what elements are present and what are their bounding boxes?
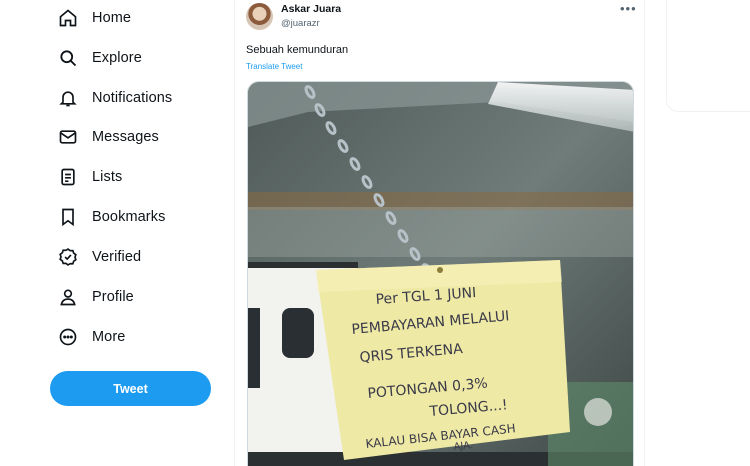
verified-badge-icon: [58, 247, 78, 267]
home-icon: [58, 8, 78, 28]
nav-label-lists: Lists: [92, 169, 123, 185]
nav-item-verified[interactable]: Verified: [50, 242, 141, 272]
nav-item-profile[interactable]: Profile: [50, 282, 134, 312]
envelope-icon: [58, 127, 78, 147]
nav-item-explore[interactable]: Explore: [50, 43, 142, 73]
nav-label-verified: Verified: [92, 249, 142, 265]
author-handle[interactable]: @juarazr: [281, 18, 320, 29]
nav-item-home[interactable]: Home: [50, 3, 131, 33]
right-sidebar-card: [666, 0, 750, 112]
nav-item-messages[interactable]: Messages: [50, 122, 159, 152]
tweet-article[interactable]: Askar Juara @juarazr ••• Sebuah kemundur…: [235, 0, 644, 466]
nav-item-more[interactable]: More: [50, 322, 125, 352]
nav-label-notifications: Notifications: [92, 90, 173, 106]
tweet-photo[interactable]: Per TGL 1 JUNI PEMBAYARAN MELALUI QRIS T…: [247, 81, 634, 466]
column-divider-right: [644, 0, 645, 466]
nav-item-notifications[interactable]: Notifications: [50, 83, 172, 113]
tweet-button[interactable]: Tweet: [50, 371, 211, 406]
bookmark-icon: [58, 207, 78, 227]
nav-label-explore: Explore: [92, 50, 142, 66]
avatar[interactable]: [246, 3, 273, 30]
translate-tweet-link[interactable]: Translate Tweet: [246, 62, 302, 71]
nav-item-bookmarks[interactable]: Bookmarks: [50, 202, 165, 232]
photo-illustration: Per TGL 1 JUNI PEMBAYARAN MELALUI QRIS T…: [248, 82, 633, 466]
nav-label-more: More: [92, 329, 126, 345]
more-circle-icon: [58, 327, 78, 347]
nav-item-lists[interactable]: Lists: [50, 162, 122, 192]
search-icon: [58, 48, 78, 68]
nav-label-home: Home: [92, 10, 132, 26]
list-icon: [58, 167, 78, 187]
nav-label-bookmarks: Bookmarks: [92, 209, 166, 225]
more-options-icon[interactable]: •••: [620, 1, 637, 16]
person-icon: [58, 287, 78, 307]
nav-label-messages: Messages: [92, 129, 159, 145]
note-line-7: AJA.: [453, 440, 474, 453]
nav-label-profile: Profile: [92, 289, 134, 305]
bell-icon: [58, 88, 78, 108]
tweet-text: Sebuah kemunduran: [246, 44, 349, 56]
sidebar-nav: Home Explore Notifications Messages List…: [0, 0, 234, 466]
author-name[interactable]: Askar Juara: [281, 3, 341, 15]
